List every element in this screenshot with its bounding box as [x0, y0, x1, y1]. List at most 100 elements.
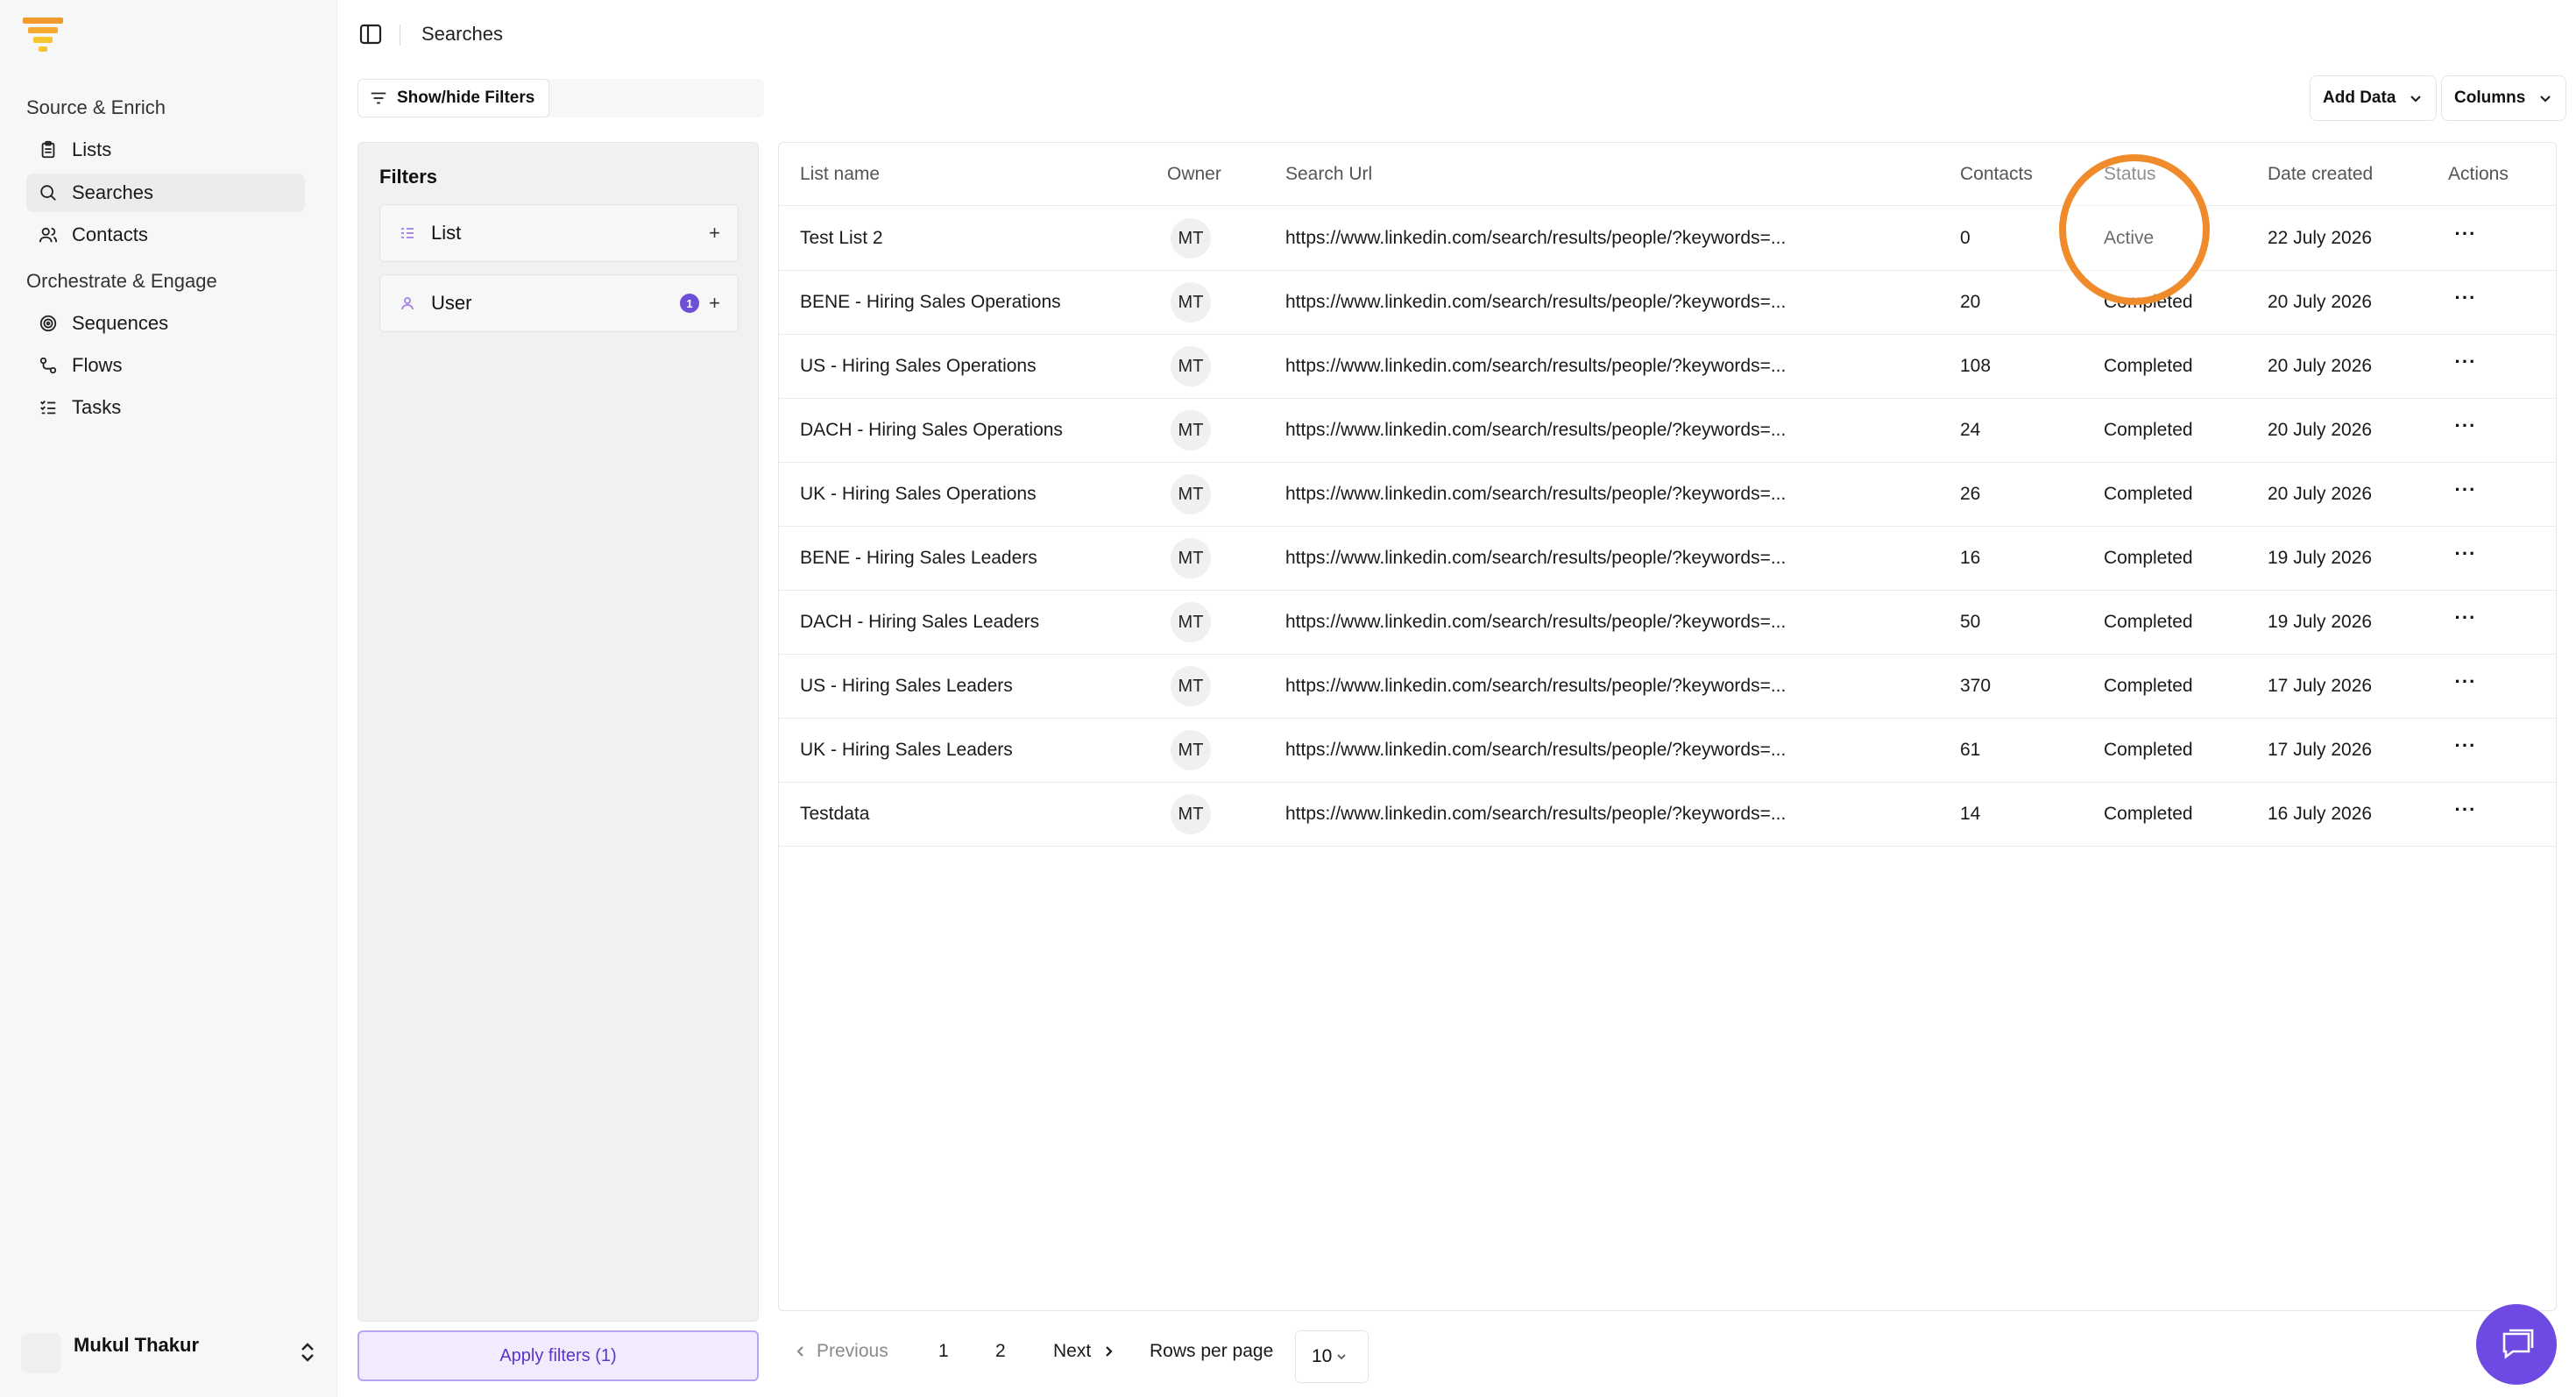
cell-list-name[interactable]: DACH - Hiring Sales Operations [800, 420, 1063, 441]
clipboard-icon [39, 140, 58, 160]
add-data-label: Add Data [2323, 89, 2396, 107]
cell-search-url[interactable]: https://www.linkedin.com/search/results/… [1285, 228, 1786, 249]
table-row[interactable]: BENE - Hiring Sales Leaders MT https://www… [779, 527, 2556, 591]
previous-page-button[interactable]: Previous [794, 1341, 888, 1362]
cell-search-url[interactable]: https://www.linkedin.com/search/results/… [1285, 612, 1786, 633]
row-actions-icon[interactable]: ··· [2452, 416, 2479, 441]
cell-search-url[interactable]: https://www.linkedin.com/search/results/… [1285, 804, 1786, 825]
col-contacts[interactable]: Contacts [1960, 164, 2033, 185]
cell-list-name[interactable]: DACH - Hiring Sales Leaders [800, 612, 1039, 633]
table-row[interactable]: Testdata MT https://www.linkedin.com/searc… [779, 783, 2556, 847]
apply-filters-button[interactable]: Apply filters (1) [357, 1330, 759, 1381]
sidebar-item-searches[interactable]: Searches [26, 174, 305, 212]
cell-search-url[interactable]: https://www.linkedin.com/search/results/… [1285, 420, 1786, 441]
filter-user[interactable]: User 1 + [379, 274, 739, 332]
user-menu[interactable]: Mukul Thakur [21, 1329, 317, 1378]
col-list-name[interactable]: List name [800, 164, 880, 185]
chat-icon [2502, 1329, 2534, 1359]
cell-search-url[interactable]: https://www.linkedin.com/search/results/… [1285, 292, 1786, 313]
cell-list-name[interactable]: US - Hiring Sales Leaders [800, 676, 1013, 697]
sidebar: Source & Enrich Lists Searches Contacts … [0, 0, 337, 1397]
cell-search-url[interactable]: https://www.linkedin.com/search/results/… [1285, 676, 1786, 697]
row-actions-icon[interactable]: ··· [2452, 224, 2479, 249]
show-hide-filters-label: Show/hide Filters [397, 89, 535, 107]
cell-contacts: 14 [1960, 804, 1981, 824]
filter-count-badge: 1 [680, 294, 699, 313]
filters-title: Filters [379, 166, 438, 188]
avatar [21, 1333, 61, 1373]
filter-label: User [431, 292, 472, 314]
row-actions-icon[interactable]: ··· [2452, 672, 2479, 697]
row-actions-icon[interactable]: ··· [2452, 800, 2479, 825]
cell-list-name[interactable]: BENE - Hiring Sales Operations [800, 292, 1061, 313]
table-row[interactable]: Test List 2 MT https://www.linkedin.com/se… [779, 207, 2556, 271]
owner-avatar: MT [1171, 730, 1211, 770]
app-logo[interactable] [23, 18, 63, 53]
page-2-button[interactable]: 2 [995, 1341, 1006, 1362]
rows-per-page-value: 10 [1312, 1346, 1333, 1366]
row-actions-icon[interactable]: ··· [2452, 352, 2479, 377]
row-actions-icon[interactable]: ··· [2452, 608, 2479, 633]
row-actions-icon[interactable]: ··· [2452, 544, 2479, 569]
cell-search-url[interactable]: https://www.linkedin.com/search/results/… [1285, 356, 1786, 377]
col-actions: Actions [2448, 164, 2509, 184]
sidebar-item-flows[interactable]: Flows [26, 346, 305, 385]
sidebar-item-tasks[interactable]: Tasks [26, 388, 305, 427]
table-row[interactable]: US - Hiring Sales Operations MT https://ww… [779, 335, 2556, 399]
page-1-button[interactable]: 1 [938, 1341, 949, 1362]
target-icon [39, 314, 58, 333]
owner-avatar: MT [1171, 602, 1211, 642]
cell-search-url[interactable]: https://www.linkedin.com/search/results/… [1285, 548, 1786, 569]
cell-list-name[interactable]: UK - Hiring Sales Leaders [800, 740, 1013, 761]
sidebar-item-label: Sequences [72, 312, 169, 334]
list-filter-icon [401, 228, 414, 238]
table-row[interactable]: DACH - Hiring Sales Leaders MT https://www… [779, 591, 2556, 655]
user-filter-icon [401, 297, 414, 310]
cell-contacts: 108 [1960, 356, 1992, 376]
table-row[interactable]: UK - Hiring Sales Operations MT https://ww… [779, 463, 2556, 527]
searches-table: List name Owner Search Url Contacts Stat… [778, 142, 2557, 1311]
sidebar-item-contacts[interactable]: Contacts [26, 216, 305, 254]
next-label: Next [1053, 1341, 1092, 1361]
add-filter-icon[interactable]: + [709, 292, 720, 315]
chevron-down-icon [1337, 1354, 1347, 1360]
add-data-button[interactable]: Add Data [2310, 75, 2438, 121]
rows-per-page-select[interactable]: 10 [1295, 1330, 1369, 1383]
cell-list-name[interactable]: US - Hiring Sales Operations [800, 356, 1037, 377]
sidebar-item-label: Flows [72, 354, 123, 376]
cell-contacts: 50 [1960, 612, 1981, 632]
row-actions-icon[interactable]: ··· [2452, 288, 2479, 313]
show-hide-filters-bar: Show/hide Filters [357, 79, 764, 117]
col-owner[interactable]: Owner [1167, 164, 1221, 185]
cell-contacts: 26 [1960, 484, 1981, 504]
row-actions-icon[interactable]: ··· [2452, 736, 2479, 761]
cell-list-name[interactable]: Testdata [800, 804, 869, 825]
cell-contacts: 16 [1960, 548, 1981, 568]
row-actions-icon[interactable]: ··· [2452, 480, 2479, 505]
section-source-enrich: Source & Enrich [26, 96, 166, 118]
col-date-created[interactable]: Date created [2268, 164, 2373, 185]
columns-button[interactable]: Columns [2441, 75, 2567, 121]
col-search-url[interactable]: Search Url [1285, 164, 1372, 185]
cell-list-name[interactable]: BENE - Hiring Sales Leaders [800, 548, 1037, 569]
table-row[interactable]: UK - Hiring Sales Leaders MT https://www.l… [779, 719, 2556, 783]
table-row[interactable]: US - Hiring Sales Leaders MT https://www.l… [779, 655, 2556, 719]
cell-list-name[interactable]: UK - Hiring Sales Operations [800, 484, 1037, 505]
table-row[interactable]: DACH - Hiring Sales Operations MT https://… [779, 399, 2556, 463]
chevron-left-icon [796, 1346, 803, 1357]
cell-status: Completed [2104, 420, 2193, 440]
cell-list-name[interactable]: Test List 2 [800, 228, 883, 249]
cell-search-url[interactable]: https://www.linkedin.com/search/results/… [1285, 740, 1786, 761]
table-row[interactable]: BENE - Hiring Sales Operations MT https://… [779, 271, 2556, 335]
previous-label: Previous [817, 1341, 888, 1361]
add-filter-icon[interactable]: + [709, 222, 720, 245]
cell-search-url[interactable]: https://www.linkedin.com/search/results/… [1285, 484, 1786, 505]
next-page-button[interactable]: Next [1053, 1341, 1115, 1362]
sidebar-item-lists[interactable]: Lists [26, 131, 305, 169]
cell-status: Completed [2104, 740, 2193, 760]
chat-support-button[interactable] [2476, 1304, 2557, 1385]
sidebar-item-sequences[interactable]: Sequences [26, 304, 305, 343]
filter-list[interactable]: List + [379, 204, 739, 262]
sidebar-toggle-icon[interactable] [359, 23, 382, 46]
show-hide-filters-button[interactable]: Show/hide Filters [357, 79, 550, 117]
